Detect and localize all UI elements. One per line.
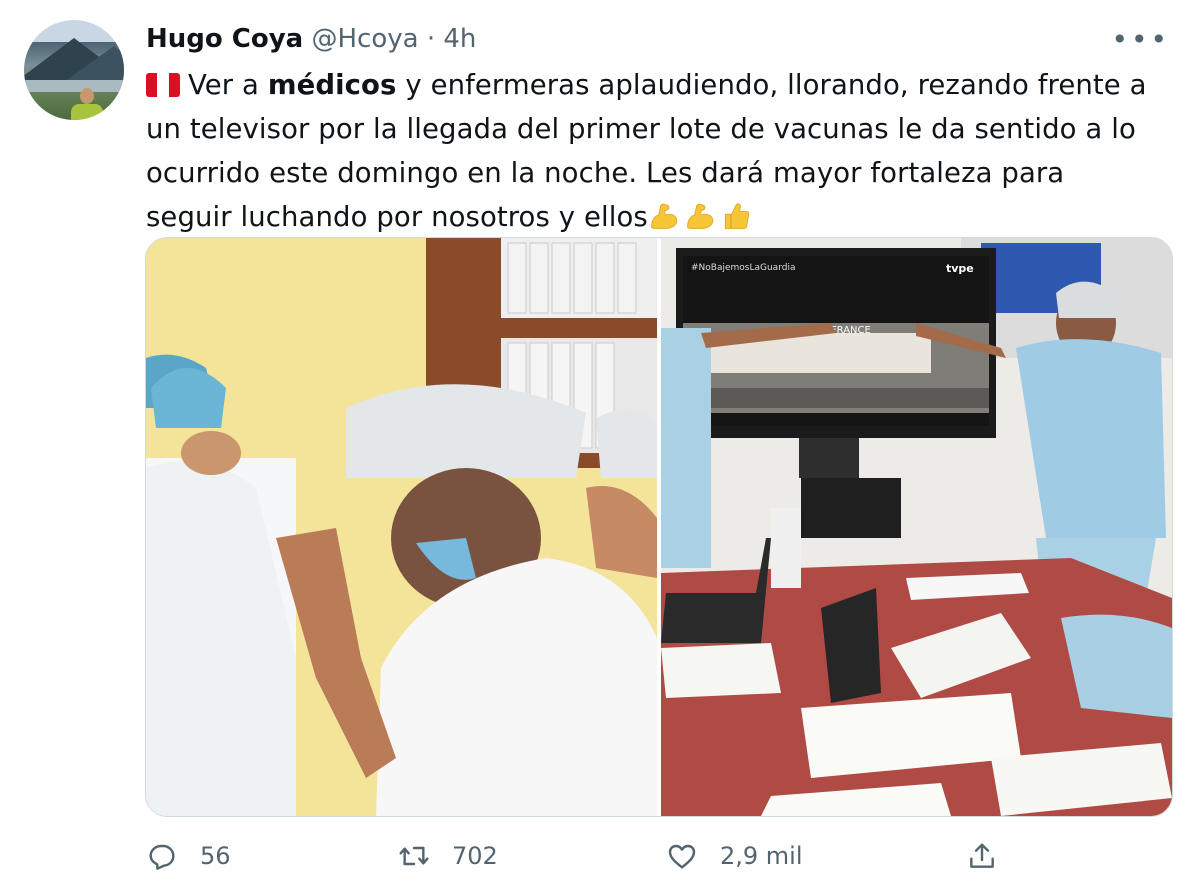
media-photo-nurses[interactable] bbox=[146, 238, 657, 816]
tweet-header: Hugo Coya @Hcoya · 4h bbox=[146, 22, 476, 56]
author-avatar[interactable] bbox=[24, 20, 124, 120]
retweet-icon bbox=[399, 846, 429, 866]
tweet-text-prefix: Ver a bbox=[188, 69, 268, 101]
share-icon bbox=[970, 843, 994, 868]
more-options-icon[interactable]: ••• bbox=[1111, 26, 1170, 54]
flexed-biceps-icon bbox=[650, 203, 678, 229]
avatar-mountain-2 bbox=[64, 46, 124, 82]
share-action[interactable] bbox=[966, 840, 1020, 872]
author-name[interactable]: Hugo Coya bbox=[146, 24, 303, 54]
thumbs-up-icon bbox=[724, 203, 750, 229]
retweet-count: 702 bbox=[452, 842, 498, 870]
like-count: 2,9 mil bbox=[720, 842, 803, 870]
reply-icon bbox=[149, 844, 175, 870]
tv-hashtag: #NoBajemosLaGuardia bbox=[691, 263, 795, 273]
reply-action[interactable]: 56 bbox=[146, 840, 231, 872]
media-photo-tv-room[interactable]: #NoBajemosLaGuardia tvpe AIR FRANCE bbox=[661, 238, 1172, 816]
tweet-text-bold: médicos bbox=[267, 69, 397, 101]
tweet-time[interactable]: 4h bbox=[443, 24, 476, 54]
tweet-media[interactable]: #NoBajemosLaGuardia tvpe AIR FRANCE bbox=[145, 237, 1173, 817]
avatar-person-body bbox=[71, 104, 103, 120]
tv-logo: tvpe bbox=[946, 262, 974, 275]
retweet-action[interactable]: 702 bbox=[398, 840, 498, 872]
flag-peru-icon bbox=[146, 73, 180, 97]
separator-dot: · bbox=[426, 24, 436, 54]
avatar-lake bbox=[24, 80, 124, 92]
like-action[interactable]: 2,9 mil bbox=[666, 840, 803, 872]
heart-icon bbox=[668, 844, 696, 869]
reply-count: 56 bbox=[200, 842, 231, 870]
author-handle[interactable]: @Hcoya bbox=[312, 24, 419, 54]
flexed-biceps-icon bbox=[686, 203, 714, 229]
avatar-person-head bbox=[80, 88, 94, 104]
tweet-actions: 56 702 2,9 mil bbox=[0, 832, 1200, 882]
tweet-text: Ver a médicos y enfermeras aplaudiendo, … bbox=[146, 63, 1156, 239]
